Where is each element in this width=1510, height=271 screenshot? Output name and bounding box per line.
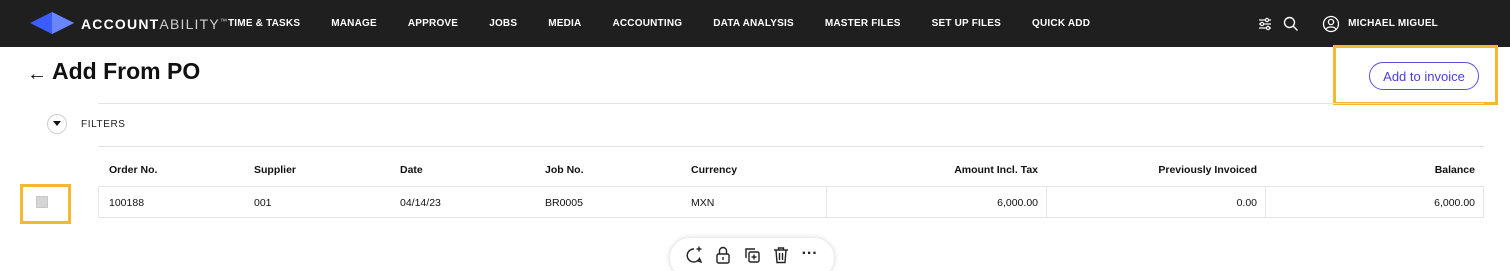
column-header-order-no[interactable]: Order No. <box>109 164 157 176</box>
nav-quick-add[interactable]: QUICK ADD <box>1032 18 1090 29</box>
add-to-invoice-button[interactable]: Add to invoice <box>1369 62 1479 90</box>
filters-toggle-button[interactable] <box>47 114 67 134</box>
duplicate-icon[interactable] <box>742 245 762 265</box>
column-divider <box>1046 186 1047 218</box>
column-header-supplier[interactable]: Supplier <box>254 164 296 176</box>
top-right-controls: MICHAEL MIGUEL <box>1256 0 1510 47</box>
main-nav: TIME & TASKS MANAGE APPROVE JOBS MEDIA A… <box>228 0 1121 47</box>
nav-media[interactable]: MEDIA <box>548 18 581 29</box>
column-divider <box>826 186 827 218</box>
brand-bold: ACCOUNT <box>81 16 160 32</box>
cell-supplier: 001 <box>254 197 272 209</box>
column-header-currency[interactable]: Currency <box>691 164 737 176</box>
page-title: Add From PO <box>52 58 201 84</box>
nav-data-analysis[interactable]: DATA ANALYSIS <box>713 18 794 29</box>
brand-trademark: ™ <box>219 18 229 26</box>
row-select-checkbox[interactable] <box>36 196 48 208</box>
cell-amount-incl-tax: 6,000.00 <box>997 197 1038 209</box>
nav-set-up-files[interactable]: SET UP FILES <box>932 18 1001 29</box>
brand-logo-text[interactable]: ACCOUNTABILITY™ <box>81 16 228 32</box>
nav-manage[interactable]: MANAGE <box>331 18 377 29</box>
filters-divider <box>98 146 1484 147</box>
nav-accounting[interactable]: ACCOUNTING <box>612 18 682 29</box>
floating-action-toolbar: ··· <box>670 238 834 271</box>
column-divider <box>1265 186 1266 218</box>
cell-job-no: BR0005 <box>545 197 583 209</box>
column-header-date[interactable]: Date <box>400 164 423 176</box>
top-navigation-bar: ACCOUNTABILITY™ TIME & TASKS MANAGE APPR… <box>0 0 1510 47</box>
column-header-amount-incl-tax[interactable]: Amount Incl. Tax <box>954 164 1038 176</box>
add-comment-icon[interactable] <box>684 245 704 265</box>
nav-approve[interactable]: APPROVE <box>408 18 458 29</box>
nav-master-files[interactable]: MASTER FILES <box>825 18 901 29</box>
cell-currency: MXN <box>691 197 715 209</box>
column-header-job-no[interactable]: Job No. <box>545 164 584 176</box>
cell-order-no: 100188 <box>109 197 145 209</box>
nav-time-tasks[interactable]: TIME & TASKS <box>228 18 300 29</box>
logo-diamond-icon[interactable] <box>30 12 74 34</box>
column-header-previously-invoiced[interactable]: Previously Invoiced <box>1158 164 1257 176</box>
cell-balance: 6,000.00 <box>1434 197 1475 209</box>
table-row[interactable] <box>98 186 1484 218</box>
user-circle-icon[interactable] <box>1322 15 1340 33</box>
search-icon[interactable] <box>1282 15 1300 33</box>
more-icon[interactable]: ··· <box>800 245 820 265</box>
arrow-left-icon[interactable]: ← <box>27 63 47 86</box>
trash-icon[interactable] <box>771 245 791 265</box>
chevron-down-icon <box>53 121 61 126</box>
sliders-icon[interactable] <box>1256 15 1274 33</box>
cell-date: 04/14/23 <box>400 197 441 209</box>
header-divider <box>98 103 1484 104</box>
user-name[interactable]: MICHAEL MIGUEL <box>1348 18 1438 29</box>
brand-thin: ABILITY <box>159 16 220 32</box>
filters-label[interactable]: FILTERS <box>81 119 126 130</box>
lock-icon[interactable] <box>713 245 733 265</box>
nav-jobs[interactable]: JOBS <box>489 18 517 29</box>
column-header-balance[interactable]: Balance <box>1435 164 1475 176</box>
cell-previously-invoiced: 0.00 <box>1236 197 1257 209</box>
